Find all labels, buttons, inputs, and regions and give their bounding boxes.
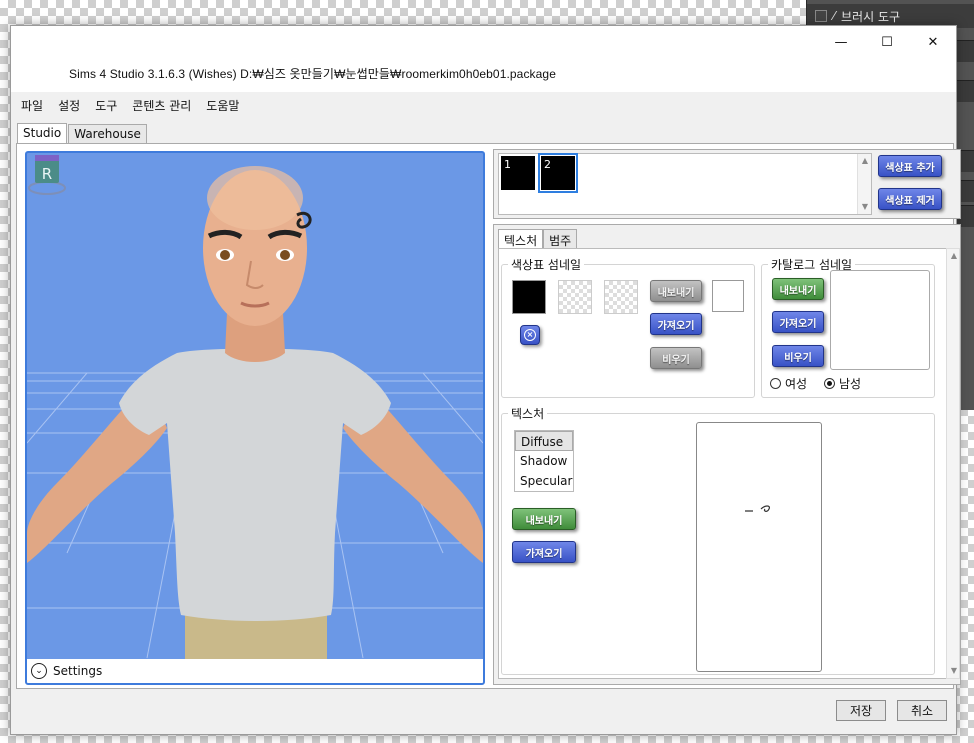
right-iris — [280, 250, 290, 260]
texture-item-specular[interactable]: Specular — [515, 471, 573, 491]
texture-preview[interactable] — [696, 422, 822, 672]
texture-item-diffuse[interactable]: Diffuse — [515, 431, 573, 451]
background-strip — [957, 40, 974, 62]
texture-item-shadow[interactable]: Shadow — [515, 451, 573, 471]
brush-icon: ⁄ — [833, 9, 836, 23]
layer-visibility-checkbox — [815, 10, 827, 22]
male-radio[interactable] — [824, 378, 835, 389]
swatch-export-button[interactable]: 내보내기 — [650, 280, 702, 302]
texture-import-button[interactable]: 가져오기 — [512, 541, 576, 563]
menu-file[interactable]: 파일 — [19, 97, 52, 114]
main-tabs: Studio Warehouse — [17, 123, 148, 145]
texture-settings-panel: 텍스처 범주 색상표 섬네일 × 내보내기 가져오기 비우기 카탈로그 섬네일 … — [493, 224, 961, 685]
left-iris — [220, 250, 230, 260]
studio-content: R ⌄ Settings 1 2 ▲ ▼ 색상표 추가 색상표 제거 텍스처 범… — [16, 143, 961, 689]
swatch-2[interactable]: 2 — [538, 153, 578, 193]
female-label: 여성 — [785, 377, 808, 391]
3d-viewport[interactable]: R ⌄ Settings — [25, 151, 485, 685]
gizmo-letter: R — [42, 165, 52, 183]
menu-bar: 파일 설정 도구 콘텐츠 관리 도움말 — [11, 92, 956, 118]
tab-texture[interactable]: 텍스처 — [498, 229, 544, 249]
swatch-scrollbar[interactable]: ▲ ▼ — [857, 154, 871, 214]
window-controls: — ☐ ✕ — [818, 26, 956, 58]
texture-title: 텍스처 — [508, 405, 548, 422]
model-preview-graphic — [27, 166, 483, 683]
texture-tab-scrollbar[interactable]: ▲ ▼ — [946, 248, 960, 679]
cancel-button[interactable]: 취소 — [897, 700, 947, 721]
tab-warehouse[interactable]: Warehouse — [68, 124, 147, 144]
menu-settings[interactable]: 설정 — [56, 97, 89, 114]
swatch-thumbnail-black[interactable] — [512, 280, 546, 314]
texture-group: 텍스처 Diffuse Shadow Specular 내보내기 가져오기 — [501, 405, 935, 675]
swatch-clear-button[interactable]: 비우기 — [650, 347, 702, 369]
settings-label: Settings — [53, 664, 103, 678]
scroll-up-icon[interactable]: ▲ — [947, 249, 961, 263]
catalog-thumbnail-group: 카탈로그 섬네일 내보내기 가져오기 비우기 여성 남성 — [761, 256, 935, 398]
remove-thumbnail-button[interactable]: × — [520, 325, 540, 345]
settings-bar[interactable]: ⌄ Settings — [27, 659, 483, 683]
tab-category[interactable]: 범주 — [543, 229, 578, 249]
remove-swatch-button[interactable]: 색상표 제거 — [878, 188, 942, 210]
background-strip — [957, 80, 974, 102]
r-axis-gizmo[interactable]: R — [27, 153, 67, 197]
texture-brow-mark — [745, 505, 770, 512]
window-title: Sims 4 Studio 3.1.6.3 (Wishes) D:₩심즈 옷만들… — [69, 67, 556, 81]
swatch-panel: 1 2 ▲ ▼ 색상표 추가 색상표 제거 — [493, 149, 961, 219]
minimize-button[interactable]: — — [818, 26, 864, 58]
menu-help[interactable]: 도움말 — [204, 97, 248, 114]
female-radio[interactable] — [770, 378, 781, 389]
maximize-button[interactable]: ☐ — [864, 26, 910, 58]
menu-content-management[interactable]: 콘텐츠 관리 — [130, 97, 200, 114]
gender-female-option[interactable]: 여성 — [770, 375, 807, 392]
save-button[interactable]: 저장 — [836, 700, 886, 721]
sims4studio-window: Sims 4 Studio 3.1.6.3 (Wishes) D:₩심즈 옷만들… — [10, 25, 961, 735]
title-bar: Sims 4 Studio 3.1.6.3 (Wishes) D:₩심즈 옷만들… — [11, 26, 956, 92]
male-label: 남성 — [839, 377, 862, 391]
tshirt-shape — [119, 348, 391, 621]
close-button[interactable]: ✕ — [910, 26, 956, 58]
inner-tabs: 텍스처 범주 — [498, 229, 578, 249]
catalog-thumbnail-preview[interactable] — [830, 270, 930, 370]
swatch-import-button[interactable]: 가져오기 — [650, 313, 702, 335]
swatch-thumbnail-group: 색상표 섬네일 × 내보내기 가져오기 비우기 — [501, 256, 755, 398]
catalog-export-button[interactable]: 내보내기 — [772, 278, 824, 300]
close-icon: × — [524, 329, 536, 341]
layer-label: 브러시 도구 — [841, 9, 901, 24]
swatch-color-preview[interactable] — [712, 280, 744, 312]
add-swatch-button[interactable]: 색상표 추가 — [878, 155, 942, 177]
texture-export-button[interactable]: 내보내기 — [512, 508, 576, 530]
scroll-up-icon[interactable]: ▲ — [858, 154, 872, 168]
gender-male-option[interactable]: 남성 — [824, 375, 861, 392]
menu-tools[interactable]: 도구 — [93, 97, 126, 114]
swatch-thumbnail-empty[interactable] — [604, 280, 638, 314]
scroll-down-icon[interactable]: ▼ — [858, 200, 872, 214]
scalp-highlight — [207, 166, 303, 230]
texture-tab-content: 색상표 섬네일 × 내보내기 가져오기 비우기 카탈로그 섬네일 내보내기 가져… — [498, 248, 946, 679]
catalog-clear-button[interactable]: 비우기 — [772, 345, 824, 367]
chevron-down-icon[interactable]: ⌄ — [31, 663, 47, 679]
footer-bar: 저장 취소 — [11, 691, 956, 734]
texture-type-list[interactable]: Diffuse Shadow Specular — [514, 430, 574, 492]
swatch-1[interactable]: 1 — [501, 156, 535, 190]
scroll-down-icon[interactable]: ▼ — [947, 664, 961, 678]
catalog-import-button[interactable]: 가져오기 — [772, 311, 824, 333]
tab-studio[interactable]: Studio — [17, 123, 68, 144]
swatch-thumbnail-empty[interactable] — [558, 280, 592, 314]
swatch-list[interactable]: 1 2 ▲ ▼ — [498, 153, 872, 215]
swatch-thumbnail-title: 색상표 섬네일 — [508, 256, 585, 273]
